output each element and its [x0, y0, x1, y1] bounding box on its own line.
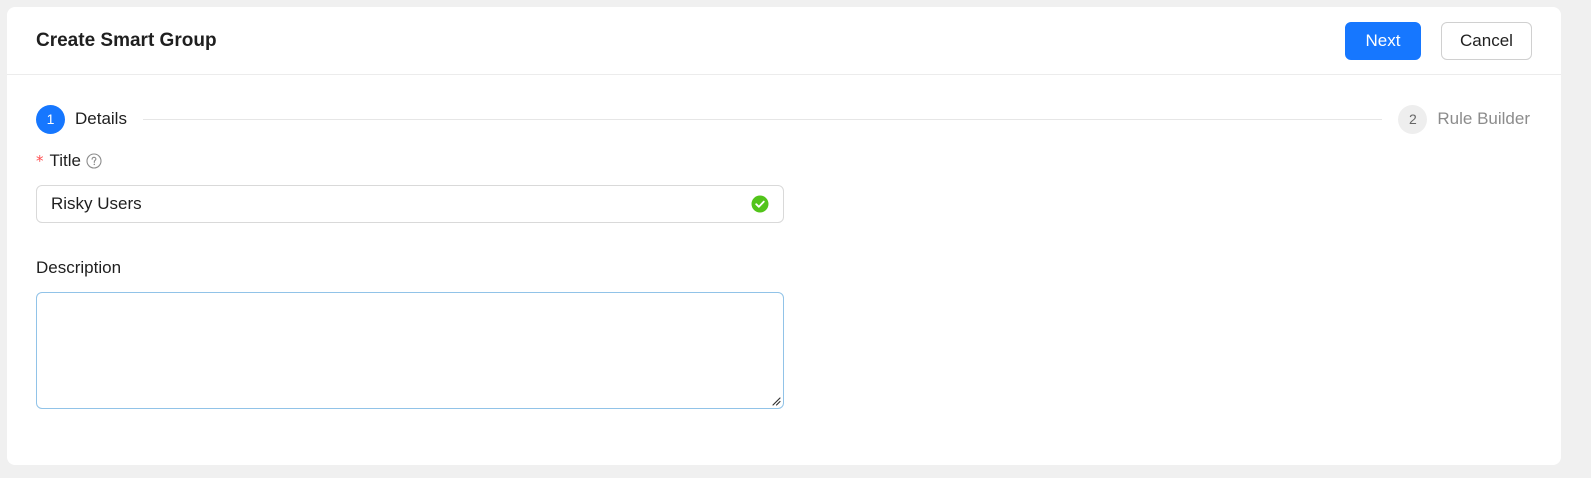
- description-field-label: Description: [36, 256, 784, 280]
- step-number-badge: 2: [1398, 104, 1428, 134]
- resize-handle-icon[interactable]: [772, 397, 781, 406]
- steps-progress: 1 Details 2 Rule Builder: [36, 104, 1530, 134]
- title-input[interactable]: [51, 194, 711, 214]
- step-details[interactable]: 1 Details: [36, 104, 127, 134]
- create-smart-group-panel: Create Smart Group Next Cancel 1 Details…: [7, 7, 1561, 465]
- panel-header: Create Smart Group Next Cancel: [7, 7, 1561, 75]
- next-button[interactable]: Next: [1345, 21, 1421, 60]
- question-circle-icon[interactable]: [86, 153, 102, 169]
- description-textarea-wrapper: [36, 292, 784, 409]
- title-field-label: * Title: [36, 149, 784, 173]
- step-connector-line: [142, 118, 1383, 120]
- description-textarea[interactable]: [36, 292, 784, 409]
- cancel-button[interactable]: Cancel: [1441, 21, 1532, 60]
- title-label-text: Title: [49, 151, 82, 170]
- description-label-text: Description: [36, 258, 122, 277]
- check-circle-icon: [751, 195, 769, 213]
- title-input-wrapper[interactable]: [36, 185, 784, 223]
- details-form: * Title Description: [36, 149, 784, 409]
- page-title: Create Smart Group: [36, 29, 217, 51]
- step-label: Rule Builder: [1437, 109, 1530, 128]
- step-rule-builder[interactable]: 2 Rule Builder: [1398, 104, 1530, 134]
- step-number-badge: 1: [36, 104, 65, 134]
- header-actions: Next Cancel: [1345, 21, 1532, 60]
- step-label: Details: [75, 109, 127, 128]
- required-mark: *: [36, 152, 44, 170]
